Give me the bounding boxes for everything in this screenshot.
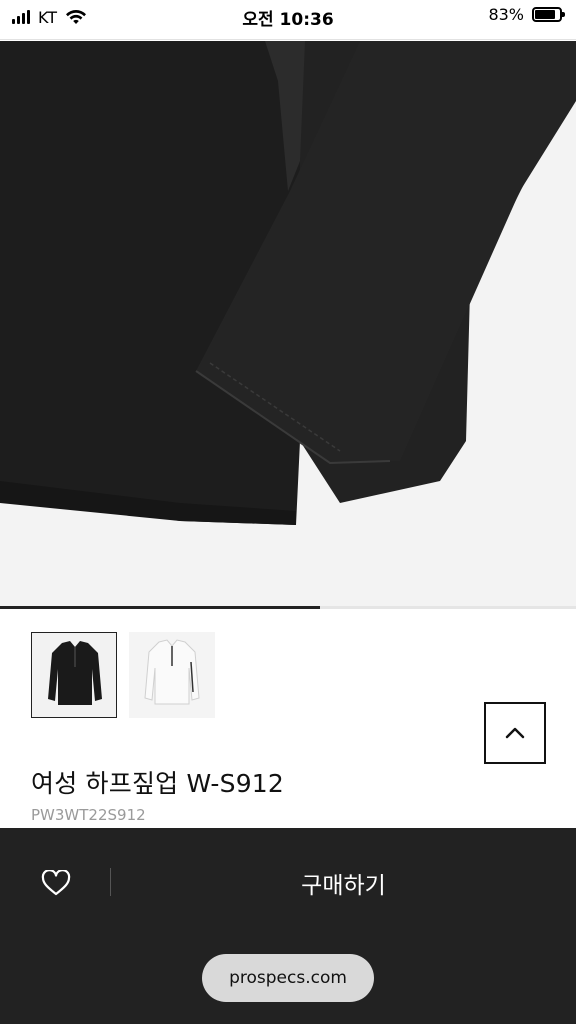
product-page: KT 오전 10:36 83% 여성 하프짚업 W-S912 PW3WT22S9…: [0, 0, 576, 1024]
gallery-progress: [0, 606, 576, 609]
status-bar: KT 오전 10:36 83%: [0, 0, 576, 40]
product-code: PW3WT22S912: [31, 806, 146, 824]
product-name: 여성 하프짚업 W-S912: [31, 769, 285, 798]
browser-url-bar[interactable]: prospecs.com: [202, 954, 374, 1002]
wishlist-button[interactable]: [38, 868, 74, 898]
white-shirt-thumbnail: [144, 639, 200, 705]
gallery-progress-fill: [0, 606, 320, 609]
thumbnail-black[interactable]: [31, 632, 117, 718]
buy-button[interactable]: 구매하기: [111, 848, 576, 918]
bottom-action-bar: 구매하기 prospecs.com: [0, 828, 576, 1024]
chevron-up-icon: [505, 727, 525, 739]
product-image[interactable]: [0, 41, 576, 607]
battery-percent: 83%: [488, 5, 524, 24]
black-shirt-thumbnail: [48, 641, 102, 705]
thumbnail-list: [31, 632, 227, 718]
status-right: 83%: [488, 5, 565, 24]
battery-icon: [532, 7, 565, 22]
battery-tip: [562, 12, 565, 17]
heart-icon: [41, 870, 71, 896]
thumbnail-white[interactable]: [129, 632, 215, 718]
product-photo: [0, 41, 576, 607]
scroll-top-button[interactable]: [484, 702, 546, 764]
battery-fill: [535, 10, 555, 19]
